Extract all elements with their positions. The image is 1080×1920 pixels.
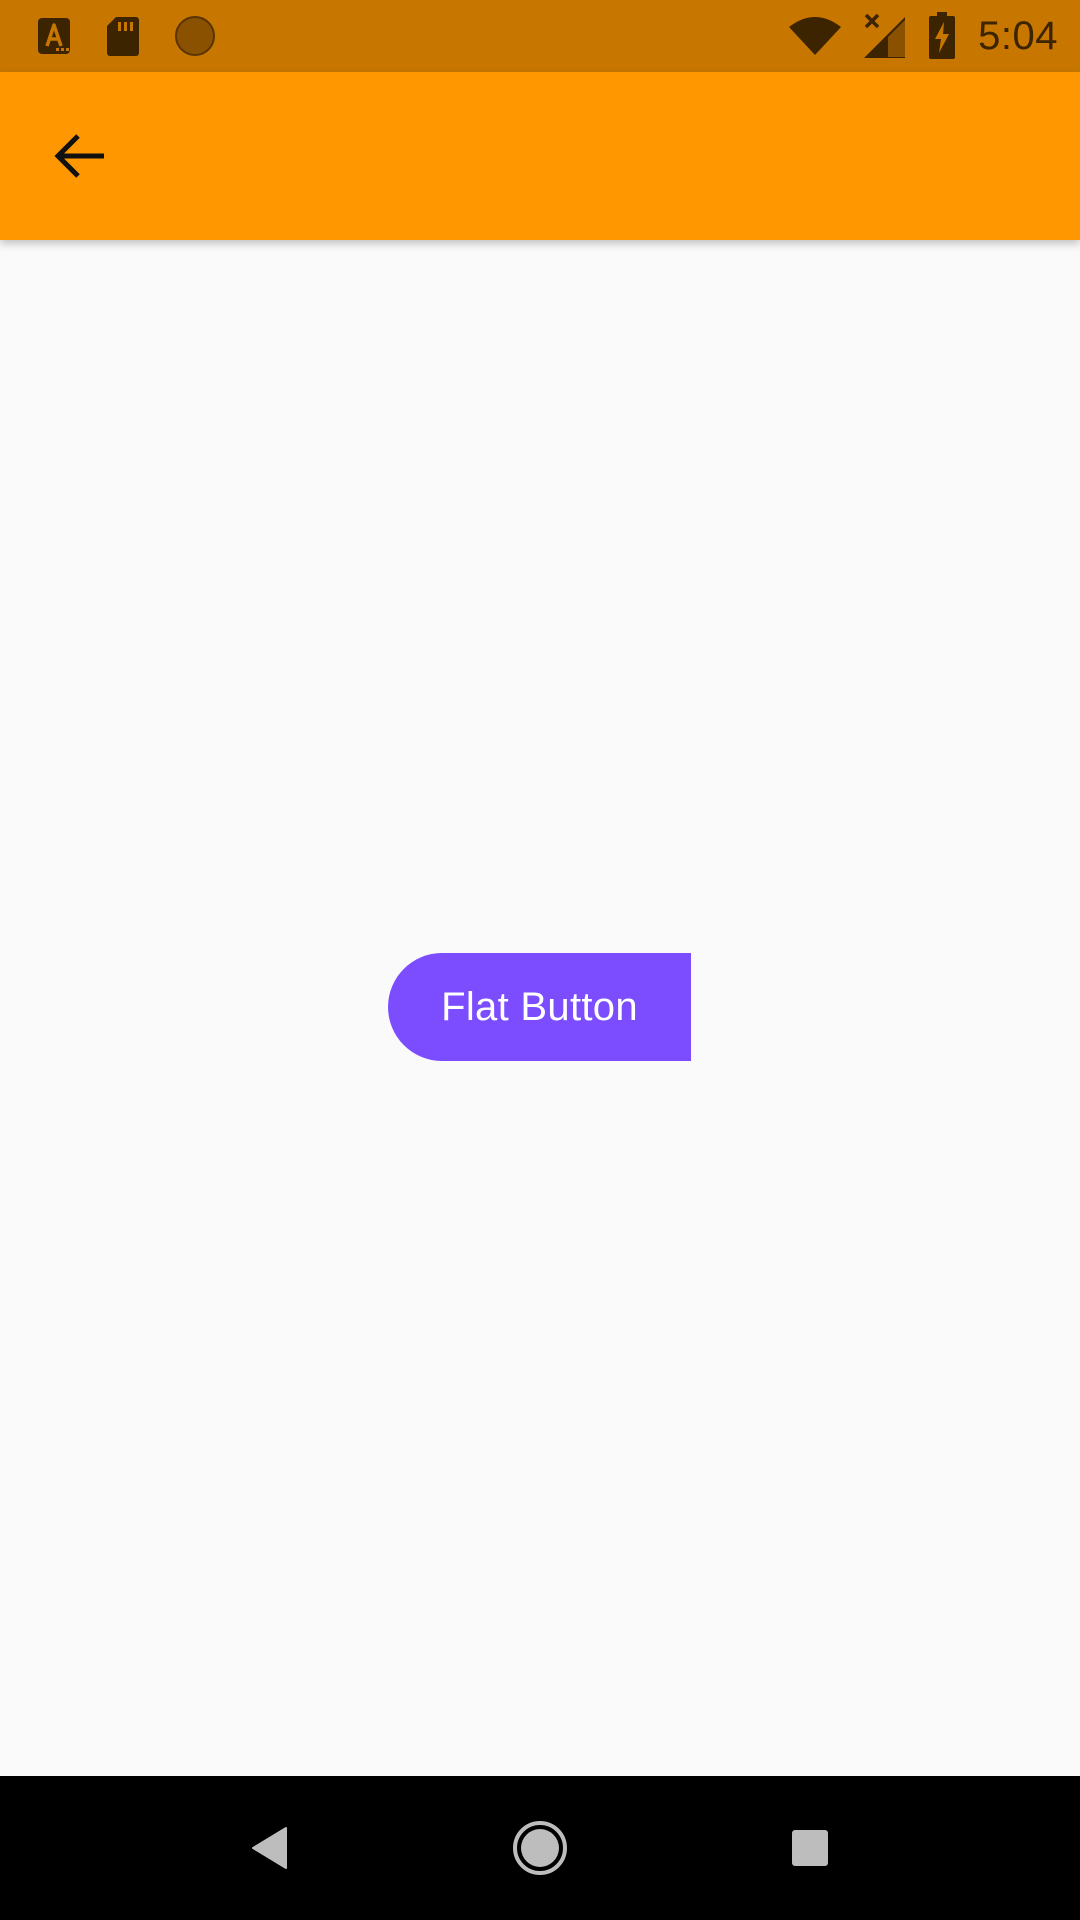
flat-button[interactable]: Flat Button (388, 953, 691, 1061)
home-circle-icon (512, 1820, 568, 1876)
recents-square-icon (790, 1828, 830, 1868)
status-bar: 5:04 (0, 0, 1080, 72)
sd-card-icon (106, 15, 140, 57)
status-system: 5:04 (788, 10, 1058, 62)
arrow-back-icon (54, 130, 106, 182)
system-nav-bar (0, 1776, 1080, 1920)
wifi-icon (788, 16, 842, 56)
status-notifications (36, 14, 216, 58)
screen: 5:04 Flat Button (0, 0, 1080, 1920)
nav-back-button[interactable] (210, 1776, 330, 1920)
back-button[interactable] (40, 116, 120, 196)
record-icon (174, 15, 216, 57)
nav-home-button[interactable] (480, 1776, 600, 1920)
app-bar (0, 72, 1080, 240)
app-notification-icon (36, 16, 72, 56)
back-triangle-icon (250, 1826, 290, 1870)
battery-charging-icon (928, 12, 956, 60)
flat-button-label: Flat Button (441, 984, 638, 1029)
status-time: 5:04 (978, 13, 1058, 58)
cellular-no-signal-icon (864, 13, 906, 59)
nav-recents-button[interactable] (750, 1776, 870, 1920)
